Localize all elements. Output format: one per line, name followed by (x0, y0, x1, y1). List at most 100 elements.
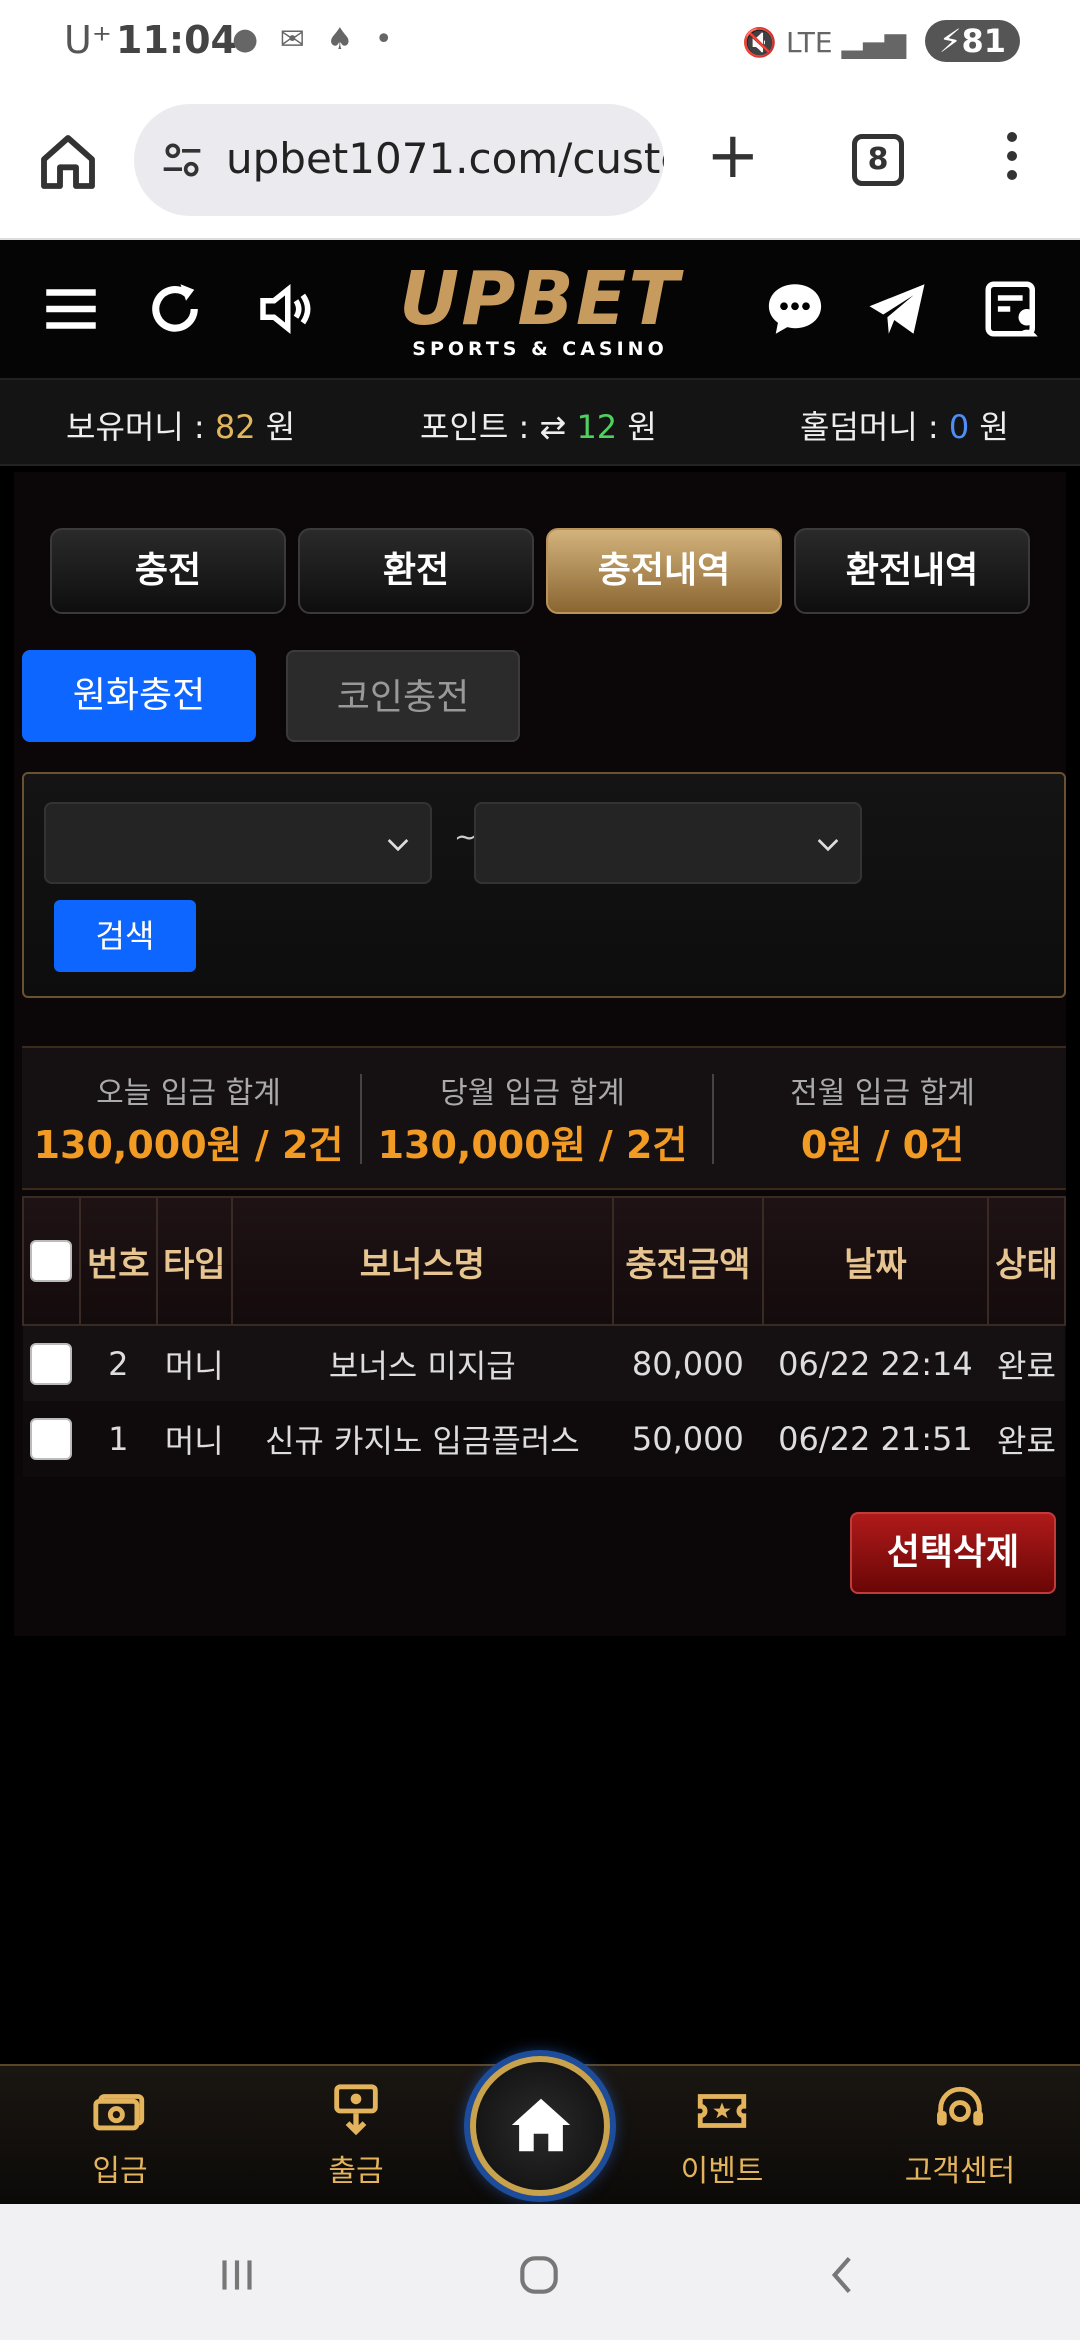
summary-month: 당월 입금 합계 130,000원 / 2건 (366, 1048, 699, 1192)
money-balance: 보유머니 : 82 원 (66, 402, 295, 448)
end-date-select[interactable] (474, 802, 862, 884)
battery-indicator: ⚡81 (925, 20, 1020, 62)
nav-deposit[interactable]: 입금 (40, 2082, 200, 2190)
point-exchange-icon[interactable]: ⇄ (539, 408, 576, 446)
header-number: 번호 (78, 1196, 158, 1326)
new-tab-icon[interactable]: + (706, 124, 760, 188)
system-icons: 🔇 LTE ▂▄▆ ⚡81 (742, 20, 1020, 62)
recent-apps-icon[interactable] (212, 2250, 262, 2300)
table-row: 1 머니 신규 카지노 입금플러스 50,000 06/22 21:51 완료 (23, 1401, 1065, 1477)
select-all-cell (22, 1196, 81, 1326)
subtab-coin-charge[interactable]: 코인충전 (286, 650, 520, 742)
mail-icon: ✉ (279, 22, 311, 57)
chat-icon[interactable] (762, 276, 828, 342)
row-checkbox[interactable] (30, 1342, 73, 1385)
home-button[interactable] (470, 2056, 610, 2196)
point-unit: 원 (617, 408, 657, 446)
hamburger-menu-icon[interactable] (38, 276, 104, 342)
row-amount: 80,000 (612, 1325, 763, 1401)
subtab-won-charge[interactable]: 원화충전 (22, 650, 256, 742)
nav-support[interactable]: 고객센터 (880, 2082, 1040, 2190)
telegram-icon[interactable] (864, 276, 930, 342)
deposit-summary: 오늘 입금 합계 130,000원 / 2건 당월 입금 합계 130,000원… (22, 1046, 1066, 1190)
summary-month-label: 당월 입금 합계 (440, 1076, 625, 1111)
headset-icon (937, 2086, 983, 2126)
summary-divider (360, 1074, 362, 1164)
summary-month-value: 130,000원 / 2건 (377, 1123, 688, 1167)
row-date: 06/22 22:14 (762, 1325, 988, 1401)
notice-board-icon[interactable] (980, 276, 1046, 342)
money-value: 82 (214, 408, 256, 446)
tab-charge-history[interactable]: 충전내역 (546, 528, 782, 614)
header-amount: 충전금액 (611, 1196, 764, 1326)
header-bonus-name: 보너스명 (230, 1196, 614, 1326)
row-amount: 50,000 (612, 1401, 763, 1477)
summary-last-month: 전월 입금 합계 0원 / 0건 (716, 1048, 1049, 1192)
point-label: 포인트 : (420, 408, 540, 446)
chevron-down-icon (387, 839, 409, 852)
dot-icon: • (374, 22, 399, 57)
cloud-icon: ♠ (326, 22, 360, 57)
battery-level: 81 (961, 22, 1006, 60)
browser-toolbar: upbet1071.com/custo + 8 (0, 90, 1080, 240)
summary-divider (712, 1074, 714, 1164)
home-icon (511, 2098, 571, 2152)
row-number: 1 (79, 1401, 157, 1477)
nav-event-label: 이벤트 (680, 2154, 764, 2189)
header-type: 타입 (155, 1196, 233, 1326)
charge-history-table: 번호 타입 보너스명 충전금액 날짜 상태 2 머니 보너스 미지급 80,00… (22, 1196, 1067, 1477)
summary-last-month-value: 0원 / 0건 (800, 1123, 965, 1167)
row-number: 2 (79, 1325, 157, 1401)
row-status: 완료 (987, 1325, 1065, 1401)
holdem-value: 0 (948, 408, 970, 446)
start-date-select[interactable] (44, 802, 432, 884)
sound-icon[interactable] (252, 276, 318, 342)
network-label: LTE (786, 26, 833, 59)
more-menu-icon[interactable] (1000, 132, 1024, 192)
signal-icon: ▂▄▆ (841, 26, 907, 59)
summary-today-label: 오늘 입금 합계 (96, 1076, 281, 1111)
tab-exchange-history[interactable]: 환전내역 (794, 528, 1030, 614)
header-date: 날짜 (761, 1196, 989, 1326)
back-icon[interactable] (818, 2250, 868, 2300)
money-unit: 원 (255, 408, 296, 446)
header-status: 상태 (986, 1196, 1067, 1326)
holdem-label: 홀덤머니 : (800, 408, 949, 446)
nav-deposit-label: 입금 (92, 2154, 148, 2189)
select-all-checkbox[interactable] (30, 1240, 73, 1283)
notification-icons: ● ✉ ♠ • (232, 22, 399, 57)
cash-icon (93, 2094, 145, 2131)
logo-text: UPBET (399, 256, 681, 342)
row-status: 완료 (987, 1401, 1065, 1477)
refresh-icon[interactable] (142, 276, 208, 342)
system-home-icon[interactable] (514, 2250, 564, 2300)
nav-event[interactable]: 이벤트 (642, 2082, 802, 2190)
tab-exchange[interactable]: 환전 (298, 528, 534, 614)
mute-icon: 🔇 (742, 26, 778, 59)
status-bar: U⁺ 11:04 ● ✉ ♠ • 🔇 LTE ▂▄▆ ⚡81 (0, 0, 1080, 90)
summary-today: 오늘 입금 합계 130,000원 / 2건 (22, 1048, 355, 1192)
search-button[interactable]: 검색 (54, 900, 196, 972)
nav-withdraw[interactable]: 출금 (276, 2082, 436, 2190)
site-settings-icon[interactable] (160, 138, 204, 182)
delete-selected-button[interactable]: 선택삭제 (850, 1512, 1056, 1594)
browser-home-icon[interactable] (36, 130, 100, 194)
row-checkbox[interactable] (30, 1418, 73, 1460)
tab-charge[interactable]: 충전 (50, 528, 286, 614)
chevron-down-icon (817, 839, 839, 852)
row-type: 머니 (156, 1401, 232, 1477)
ticket-star-icon (697, 2094, 747, 2128)
address-bar[interactable]: upbet1071.com/custo (134, 104, 664, 216)
tab-switcher-button[interactable]: 8 (852, 134, 904, 186)
site-header: UPBET SPORTS & CASINO (0, 240, 1080, 380)
withdraw-icon (334, 2084, 378, 2136)
point-value: 12 (576, 408, 618, 446)
row-date: 06/22 21:51 (762, 1401, 988, 1477)
table-header-row: 번호 타입 보너스명 충전금액 날짜 상태 (22, 1196, 1067, 1326)
talk-icon: ● (232, 22, 265, 57)
system-navigation-bar (0, 2204, 1080, 2340)
row-bonus-name: 보너스 미지급 (231, 1325, 613, 1401)
row-select-cell (23, 1401, 80, 1477)
point-balance: 포인트 : ⇄ 12 원 (420, 402, 657, 448)
site-logo[interactable]: UPBET SPORTS & CASINO (380, 262, 700, 360)
